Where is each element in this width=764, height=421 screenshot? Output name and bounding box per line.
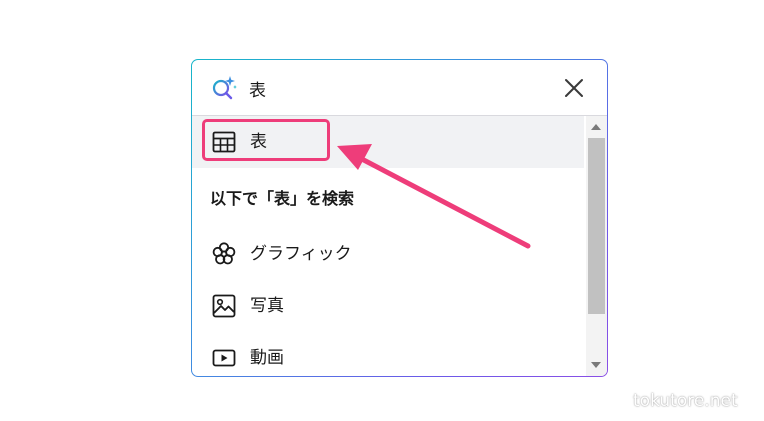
watermark: tokutore.net — [633, 391, 738, 411]
search-panel-inner: 表 以下で「表」を検索 — [192, 60, 607, 376]
close-icon[interactable] — [562, 76, 586, 100]
scrollbar[interactable] — [586, 116, 607, 376]
result-item-label: グラフィック — [250, 244, 352, 264]
video-icon — [211, 345, 237, 371]
section-title: 以下で「表」を検索 — [210, 189, 355, 208]
stage: 表 以下で「表」を検索 — [0, 0, 764, 421]
scroll-down-arrow-icon[interactable] — [591, 362, 601, 368]
photo-icon — [211, 293, 237, 319]
magic-search-icon — [210, 74, 238, 102]
result-item-graphics[interactable]: グラフィック — [192, 228, 584, 280]
search-input[interactable] — [249, 75, 529, 101]
scroll-up-arrow-icon[interactable] — [591, 124, 601, 130]
annotation-highlight-box — [202, 119, 330, 161]
result-item-photos[interactable]: 写真 — [192, 280, 584, 332]
search-panel: 表 以下で「表」を検索 — [191, 59, 608, 377]
search-row — [192, 60, 607, 116]
result-item-videos[interactable]: 動画 — [192, 332, 584, 376]
result-item-label: 写真 — [250, 296, 284, 316]
result-item-label: 動画 — [250, 348, 284, 368]
scroll-thumb[interactable] — [588, 138, 605, 314]
flower-icon — [211, 241, 237, 267]
